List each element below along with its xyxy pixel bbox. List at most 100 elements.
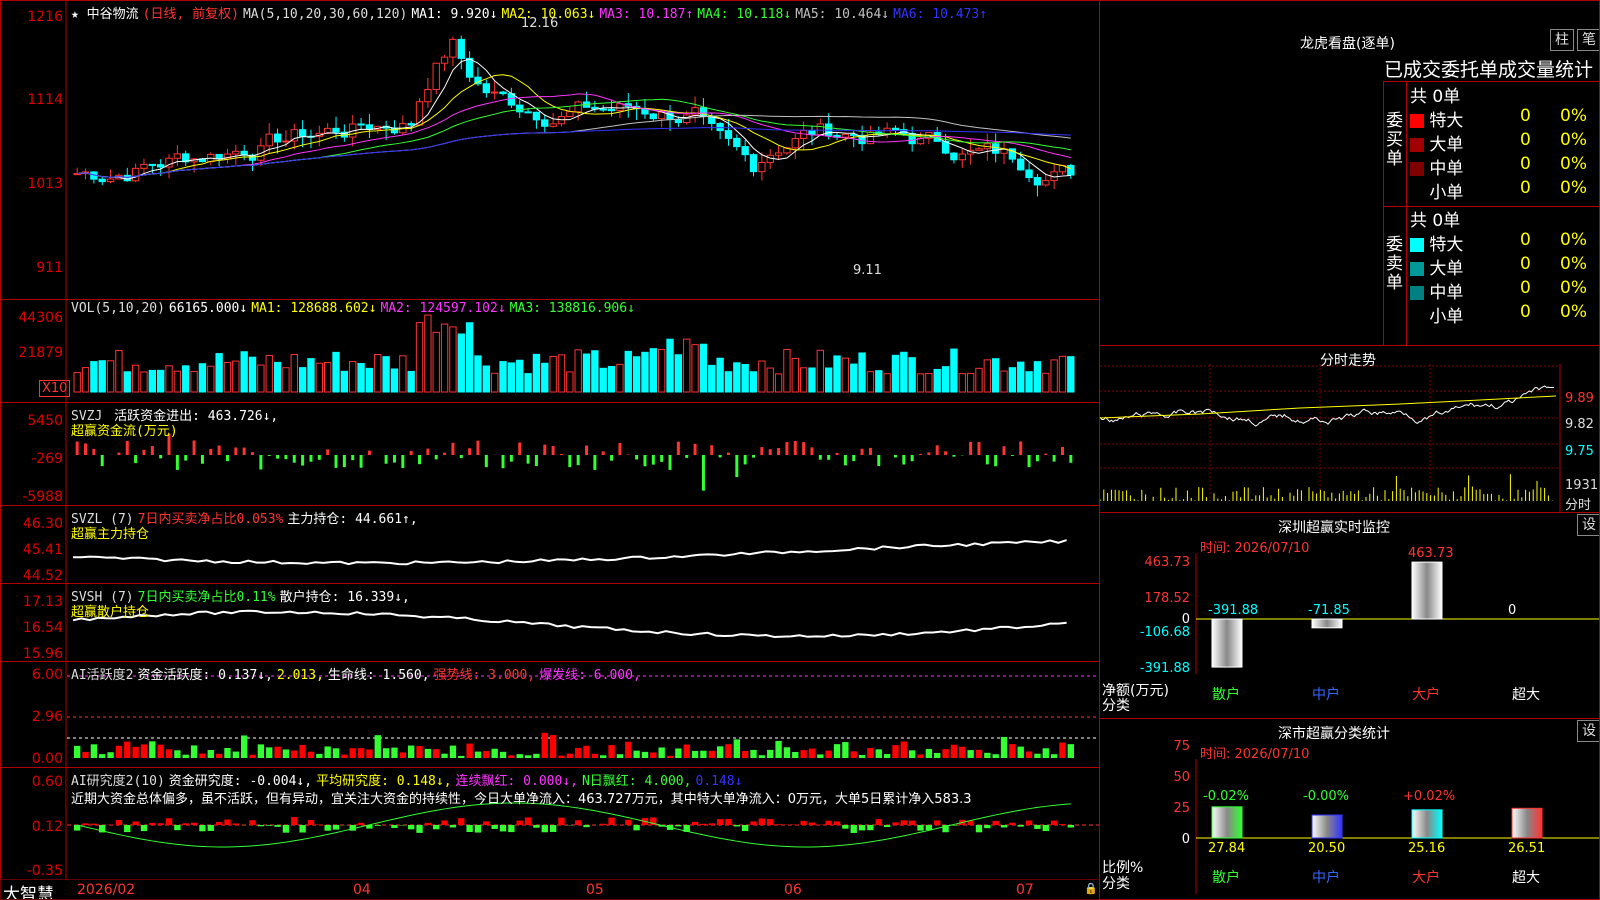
volume-bar — [198, 363, 207, 393]
volume-panel[interactable]: VOL(5,10,20) 66165.000↓ MA1: 128688.602↓ MA… — [0, 299, 1100, 403]
lhkp-panel: 龙虎看盘(逐单) 柱 笔 已成交委托单成交量统计 委买单 委卖单 共 0单 共 … — [1099, 0, 1600, 346]
volume-bar — [524, 373, 532, 393]
research-bar — [892, 822, 899, 825]
category-bar — [1511, 807, 1543, 839]
bar-change-label: -0.02% — [1203, 789, 1249, 804]
vol-label: VOL(5,10,20) — [71, 301, 165, 316]
stock-terminal: ★ 中谷物流 (日线, 前复权) MA(5,10,20,30,60,120) MA1:… — [0, 0, 1600, 900]
order-pct: 0% — [1560, 278, 1587, 298]
sz-monitor-panel[interactable]: 深圳超赢实时监控 设 时间: 2026/07/10 463.73 178.52 0-… — [1099, 512, 1600, 719]
candle-body — [816, 123, 825, 136]
volume-bar — [532, 353, 541, 393]
ai2-last: 0.148↓ — [695, 774, 743, 789]
activity-bar — [424, 748, 432, 758]
activity-bar — [1050, 754, 1058, 758]
axis-tick: 0 — [1181, 832, 1190, 847]
activity-bar — [842, 742, 849, 758]
candle-body — [975, 148, 983, 151]
sz-stats-panel[interactable]: 深市超赢分类统计 设 时间: 2026/07/10 75 50 25 0 27.84 散户… — [1099, 718, 1600, 900]
brand-label: 大智慧 — [3, 885, 54, 900]
candle-body — [524, 111, 532, 114]
research-bar — [549, 825, 557, 832]
order-count: 0 — [1520, 154, 1531, 174]
volume-bar — [81, 367, 90, 393]
activity-bar — [1067, 744, 1074, 758]
color-swatch — [1410, 238, 1424, 252]
volume-bar — [399, 355, 407, 393]
order-row-特大: 特大 0 0% — [1410, 230, 1599, 255]
lhkp-table: 委买单 委卖单 共 0单 共 0单 特大 0 0% 大单 0 0% 中单 0 0% 小单 0 0… — [1383, 81, 1599, 345]
research-bar — [524, 817, 532, 825]
svsh-panel[interactable]: SVSH (7) 7日内买卖净占比0.11% 散户持仓: 16.339↓, 超赢散户… — [0, 583, 1100, 662]
adjust-mode: (日线, 前复权) — [142, 7, 239, 22]
tick-view-button[interactable]: 笔 — [1577, 29, 1599, 51]
lock-icon[interactable]: 🔒 — [1084, 882, 1098, 895]
research-bar — [324, 825, 331, 831]
candle-body — [716, 123, 724, 132]
candle-body — [131, 167, 140, 182]
axis-tick: -391.88 — [1139, 661, 1190, 676]
volume-bar — [415, 322, 424, 393]
category-bar — [1311, 814, 1343, 839]
svzl-panel[interactable]: SVZL (7) 7日内买卖净占比0.053% 主力持仓: 44.661↑, 超赢主… — [0, 505, 1100, 584]
activity-bar — [967, 750, 974, 758]
activity-bar — [858, 754, 866, 758]
svzl-value: 主力持仓: 44.661↑, — [287, 512, 418, 527]
activity-bar — [875, 749, 882, 758]
ai-activity-panel[interactable]: AI活跃度2 资金活跃度: 0.137↓, 2.013, 生命线: 1.560, 强势线… — [0, 661, 1100, 768]
volume-bar — [148, 369, 156, 393]
candle-body — [992, 143, 1000, 154]
svsh-ratio: 7日内买卖净占比0.11% — [137, 590, 276, 605]
svzj-panel[interactable]: SVZJ 活跃资金进出: 463.726↓, 超赢资金流(万元) 5450 -2… — [0, 402, 1100, 506]
kline-chart — [65, 1, 1075, 299]
volume-bar — [298, 367, 307, 393]
activity-bar — [959, 746, 966, 758]
activity-bar — [182, 754, 189, 758]
volume-bar — [816, 349, 825, 393]
activity-bar — [591, 753, 599, 758]
activity-bar — [942, 749, 949, 758]
research-bar — [182, 823, 189, 825]
research-bar — [190, 822, 198, 825]
research-bar — [90, 823, 98, 825]
volume-bar — [290, 353, 298, 393]
intraday-panel[interactable]: 分时走势 9.89 9.82 9.75 1931 分时 — [1099, 345, 1600, 513]
order-type: 大单 — [1424, 259, 1464, 279]
axis-tick: 50 — [1173, 770, 1190, 785]
research-bar — [441, 820, 448, 825]
activity-bar — [900, 741, 907, 758]
activity-bar — [883, 754, 891, 758]
activity-bar — [382, 748, 390, 758]
order-pct: 0% — [1560, 302, 1587, 322]
avg-price-line — [1100, 395, 1557, 419]
research-bar — [215, 821, 223, 825]
volume-bar — [799, 367, 808, 393]
research-bar — [199, 825, 206, 832]
volume-bar — [140, 371, 148, 393]
activity-bar — [132, 746, 139, 758]
activity-bar — [650, 752, 657, 758]
bar-view-button[interactable]: 柱 — [1550, 29, 1574, 51]
volume-bar — [791, 357, 799, 393]
candle-body — [1025, 169, 1033, 179]
activity-bar — [575, 748, 582, 758]
ai-research-panel[interactable]: AI研究度2(10) 资金研究度: -0.004↓, 平均研究度: 0.148↓, 连… — [0, 767, 1100, 880]
order-type: 小单 — [1424, 307, 1464, 327]
activity-bar — [291, 750, 298, 758]
activity-bar — [1000, 736, 1008, 758]
research-bar — [725, 819, 732, 825]
research-bar — [533, 825, 540, 828]
volume-bar — [624, 350, 632, 393]
order-count: 0 — [1520, 278, 1531, 298]
intraday-axis-3: 9.75 — [1565, 444, 1594, 459]
activity-bar — [99, 754, 106, 758]
vol-ma1-value: MA1: 128688.602↓ — [251, 301, 377, 316]
activity-bar — [683, 744, 690, 758]
volume-bar — [841, 357, 850, 393]
kline-panel[interactable]: ★ 中谷物流 (日线, 前复权) MA(5,10,20,30,60,120) MA1:… — [0, 0, 1100, 300]
axis-tick: 178.52 — [1144, 591, 1191, 606]
order-count: 0 — [1520, 178, 1531, 198]
research-bar — [149, 822, 156, 825]
order-pct: 0% — [1560, 130, 1587, 150]
activity-bar — [1009, 744, 1016, 758]
